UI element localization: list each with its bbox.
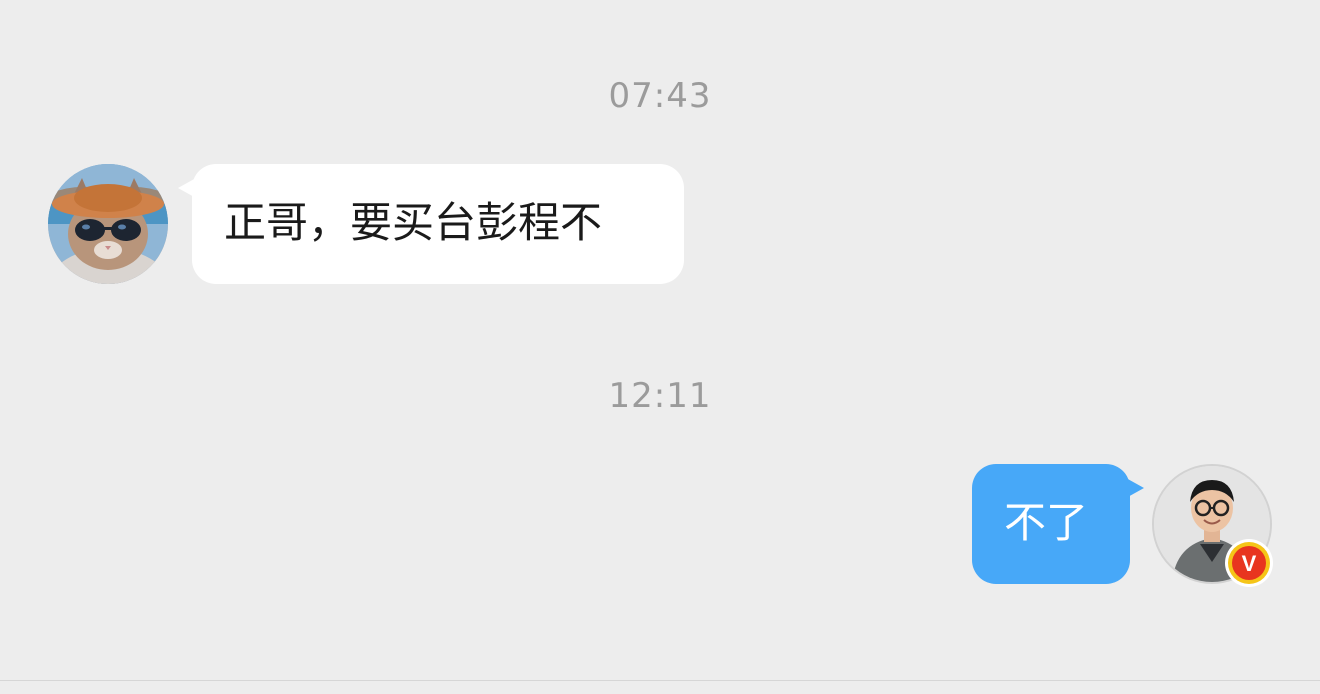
verified-badge-label: V [1242,551,1257,576]
cat-with-sunglasses-avatar-icon [48,164,168,284]
outgoing-message-text: 不了 [1004,498,1089,547]
timestamp-1: 07:43 [608,76,712,116]
outgoing-bubble-tail [1126,478,1144,498]
contact-avatar[interactable] [48,164,168,284]
outgoing-message-bubble[interactable]: 不了 [972,464,1130,584]
incoming-message-text: 正哥，要买台彭程不 [224,198,603,247]
incoming-message-bubble[interactable]: 正哥，要买台彭程不 [192,164,684,284]
verified-badge-icon: V [1228,542,1270,584]
timestamp-2: 12:11 [608,376,712,416]
bottom-divider [0,680,1320,681]
